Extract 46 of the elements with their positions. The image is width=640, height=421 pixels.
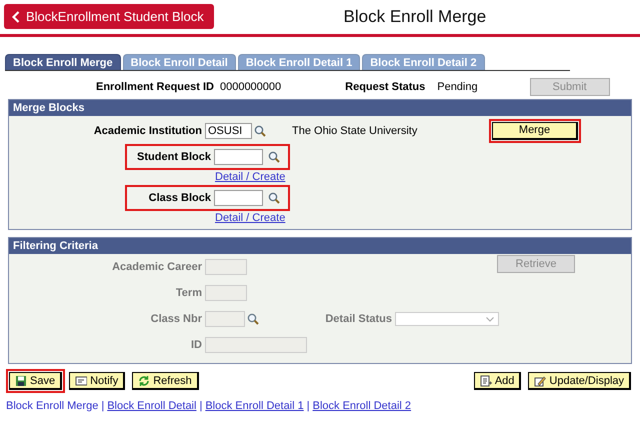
notify-button[interactable]: Notify <box>69 372 126 390</box>
search-icon[interactable] <box>268 192 280 204</box>
pencil-document-icon <box>534 374 546 386</box>
search-icon[interactable] <box>268 150 280 162</box>
note-icon <box>75 374 88 386</box>
institution-field[interactable]: OSUSI <box>205 122 252 138</box>
add-button[interactable]: Add <box>474 372 522 390</box>
block-field[interactable] <box>214 190 263 206</box>
field-label: Academic Institution <box>92 124 203 136</box>
update-button[interactable]: Update/Display <box>528 372 631 390</box>
chevron-down-icon <box>486 316 494 322</box>
block-field[interactable] <box>214 148 263 164</box>
refresh-icon <box>138 374 150 386</box>
search-icon[interactable] <box>254 124 266 136</box>
page-link[interactable]: Block Enroll Detail <box>107 400 196 412</box>
field-label: Enrollment Request ID <box>96 81 214 93</box>
link-separator: | <box>199 400 202 412</box>
detail-create-link[interactable]: Detail / Create <box>215 171 286 183</box>
tab[interactable]: Block Enroll Merge <box>5 54 121 70</box>
merge-button[interactable]: Merge <box>492 122 578 140</box>
refresh-button[interactable]: Refresh <box>132 372 199 390</box>
request-status: Pending <box>437 81 478 93</box>
field-label: ID <box>190 339 203 351</box>
link-separator: | <box>101 400 104 412</box>
field-label: Class Nbr <box>150 313 203 325</box>
field-label: Class Block <box>148 192 211 204</box>
search-icon[interactable] <box>247 313 259 325</box>
field-label: Student Block <box>136 150 211 162</box>
field-label: Request Status <box>345 81 426 93</box>
page-link[interactable]: Block Enroll Detail 1 <box>205 400 304 412</box>
save-button[interactable]: Save <box>9 372 62 390</box>
back-button[interactable]: BlockEnrollment Student Block <box>4 4 214 29</box>
field-label: Academic Career <box>111 261 203 273</box>
link-separator: | <box>306 400 310 412</box>
field-label: Term <box>174 287 203 299</box>
page-link[interactable]: Block Enroll Merge <box>6 400 98 412</box>
institution-name: The Ohio State University <box>292 124 418 136</box>
chevron-left-icon <box>12 10 20 22</box>
section-header: Filtering Criteria <box>9 238 631 254</box>
add-document-icon <box>480 374 492 386</box>
detail-create-link[interactable]: Detail / Create <box>215 212 286 224</box>
field-label: Detail Status <box>324 313 393 325</box>
page-title: Block Enroll Merge <box>342 6 488 26</box>
request-id: 0000000000 <box>220 81 282 93</box>
section-header: Merge Blocks <box>9 100 631 116</box>
page-link[interactable]: Block Enroll Detail 2 <box>312 400 412 412</box>
